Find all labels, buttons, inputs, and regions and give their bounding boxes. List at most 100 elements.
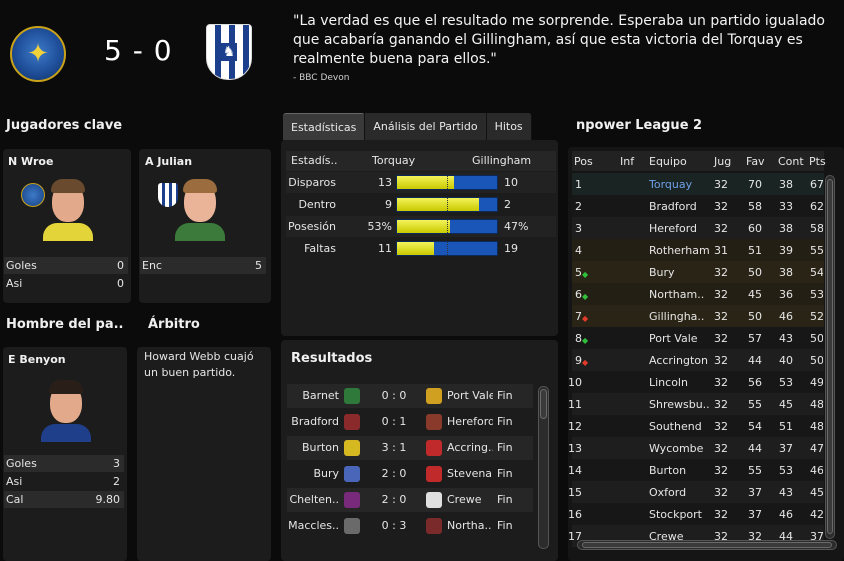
results-scrollbar[interactable] — [538, 386, 549, 549]
league-team[interactable]: Wycombe — [649, 442, 711, 455]
league-row[interactable]: 7 ◆ Gillingha.. 32 50 46 52 — [572, 305, 824, 327]
league-team[interactable]: Bradford — [649, 200, 711, 213]
away-club-badge-icon — [426, 492, 442, 508]
man-of-match-name[interactable]: E Benyon — [8, 353, 66, 366]
key-player-home-card[interactable]: N Wroe Goles 0 Asi 0 — [3, 149, 131, 303]
stats-row-away-value: 19 — [504, 242, 518, 255]
league-row[interactable]: 6 ◆ Northam.. 32 45 36 53 — [572, 283, 824, 305]
stats-col-label[interactable]: Estadís.. — [291, 154, 338, 167]
league-col-team[interactable]: Equipo — [649, 155, 687, 168]
league-team[interactable]: Bury — [649, 266, 711, 279]
league-team[interactable]: Northam.. — [649, 288, 711, 301]
league-vscroll-thumb[interactable] — [827, 179, 833, 534]
result-away-team[interactable]: Northa.. — [447, 519, 493, 532]
stats-row-away-value: 10 — [504, 176, 518, 189]
torquay-badge-icon — [21, 183, 45, 207]
league-row[interactable]: 8 ◆ Port Vale 32 57 43 50 — [572, 327, 824, 349]
league-pos: 3 — [575, 222, 582, 235]
league-row[interactable]: 16 Stockport 32 37 46 42 — [568, 503, 824, 525]
home-club-badge-icon — [344, 414, 360, 430]
league-goals-for: 50 — [748, 266, 762, 279]
league-row[interactable]: 14 Burton 32 55 53 46 — [568, 459, 824, 481]
result-score: 0 : 0 — [381, 389, 407, 402]
league-hscroll-thumb[interactable] — [582, 542, 832, 548]
away-team-crest-icon[interactable]: ♞ — [206, 24, 252, 80]
league-hscrollbar[interactable] — [577, 540, 837, 550]
league-team[interactable]: Burton — [649, 464, 711, 477]
key-players-title: Jugadores clave — [6, 118, 123, 133]
stats-row-label: Faltas — [304, 242, 336, 255]
league-team[interactable]: Port Vale — [649, 332, 711, 345]
stats-tabs: Estadísticas Análisis del Partido Hitos — [283, 113, 532, 140]
result-away-team[interactable]: Crewe — [447, 493, 493, 506]
key-player-away-card[interactable]: A Julian Enc 5 — [139, 149, 271, 303]
result-row[interactable]: Bury 2 : 0 Stevena.. Fin — [287, 462, 533, 486]
result-row[interactable]: Maccles.. 0 : 3 Northa.. Fin — [287, 514, 533, 538]
league-goals-against: 37 — [779, 442, 793, 455]
key-player-away-name[interactable]: A Julian — [145, 155, 192, 168]
league-row[interactable]: 11 Shrewsbu.. 32 55 45 48 — [568, 393, 824, 415]
league-col-pos[interactable]: Pos — [574, 155, 593, 168]
league-row[interactable]: 15 Oxford 32 37 43 45 — [568, 481, 824, 503]
league-col-for[interactable]: Fav — [746, 155, 765, 168]
league-goals-for: 44 — [748, 354, 762, 367]
league-vscrollbar[interactable] — [825, 175, 835, 539]
result-home-team[interactable]: Bury — [287, 467, 339, 480]
result-away-team[interactable]: Stevena.. — [447, 467, 493, 480]
league-row[interactable]: 3 Hereford 32 60 38 58 — [572, 217, 824, 239]
result-home-team[interactable]: Bradford — [287, 415, 339, 428]
result-status: Fin — [497, 389, 513, 402]
results-scroll-thumb[interactable] — [540, 389, 547, 419]
league-team[interactable]: Torquay — [649, 178, 711, 191]
league-row[interactable]: 13 Wycombe 32 44 37 47 — [568, 437, 824, 459]
stat-value: 0 — [117, 259, 124, 272]
stats-row-label: Disparos — [288, 176, 336, 189]
result-row[interactable]: Burton 3 : 1 Accring.. Fin — [287, 436, 533, 460]
league-col-against[interactable]: Cont — [778, 155, 804, 168]
result-away-team[interactable]: Port Vale — [447, 389, 493, 402]
home-club-badge-icon — [344, 440, 360, 456]
league-col-played[interactable]: Jug — [714, 155, 731, 168]
league-row[interactable]: 1 Torquay 32 70 38 67 — [572, 173, 824, 195]
key-player-home-name[interactable]: N Wroe — [8, 155, 53, 168]
league-row[interactable]: 4 Rotherham 31 51 39 55 — [572, 239, 824, 261]
man-of-match-card[interactable]: E Benyon Goles 3 Asi 2 Cal 9.80 — [3, 347, 127, 561]
result-home-team[interactable]: Maccles.. — [287, 519, 339, 532]
league-team[interactable]: Stockport — [649, 508, 711, 521]
league-team[interactable]: Shrewsbu.. — [649, 398, 711, 411]
result-away-team[interactable]: Hereford — [447, 415, 493, 428]
stats-row-home-value: 11 — [378, 242, 392, 255]
result-row[interactable]: Bradford 0 : 1 Hereford Fin — [287, 410, 533, 434]
result-home-team[interactable]: Burton — [287, 441, 339, 454]
league-played: 32 — [714, 332, 728, 345]
result-row[interactable]: Barnet 0 : 0 Port Vale Fin — [287, 384, 533, 408]
league-team[interactable]: Rotherham — [649, 244, 711, 257]
league-row[interactable]: 5 ◆ Bury 32 50 38 54 — [572, 261, 824, 283]
league-team[interactable]: Hereford — [649, 222, 711, 235]
league-team[interactable]: Accrington — [649, 354, 711, 367]
tab-match-analysis[interactable]: Análisis del Partido — [365, 113, 487, 140]
league-pos: 16 — [568, 508, 582, 521]
league-col-points[interactable]: Pts — [809, 155, 826, 168]
league-row[interactable]: 12 Southend 32 54 51 48 — [568, 415, 824, 437]
result-away-team[interactable]: Accring.. — [447, 441, 493, 454]
tab-milestones[interactable]: Hitos — [486, 113, 532, 140]
league-team[interactable]: Lincoln — [649, 376, 711, 389]
league-row[interactable]: 2 Bradford 32 58 33 62 — [572, 195, 824, 217]
league-goals-for: 70 — [748, 178, 762, 191]
home-team-crest-icon[interactable]: ✦ — [10, 26, 66, 82]
tab-statistics[interactable]: Estadísticas — [283, 113, 366, 140]
result-home-team[interactable]: Chelten.. — [287, 493, 339, 506]
referee-card: Howard Webb cuajó un buen partido. — [137, 347, 271, 561]
league-row[interactable]: 10 Lincoln 32 56 53 49 — [568, 371, 824, 393]
league-team[interactable]: Oxford — [649, 486, 711, 499]
result-row[interactable]: Chelten.. 2 : 0 Crewe Fin — [287, 488, 533, 512]
stats-table-header: Estadís.. Torquay Gillingham — [286, 151, 556, 171]
league-team[interactable]: Southend — [649, 420, 711, 433]
stats-col-away[interactable]: Gillingham — [472, 154, 531, 167]
league-row[interactable]: 9 ◆ Accrington 32 44 40 50 — [572, 349, 824, 371]
league-team[interactable]: Gillingha.. — [649, 310, 711, 323]
league-col-inf[interactable]: Inf — [620, 155, 634, 168]
result-home-team[interactable]: Barnet — [287, 389, 339, 402]
stats-col-home[interactable]: Torquay — [372, 154, 415, 167]
